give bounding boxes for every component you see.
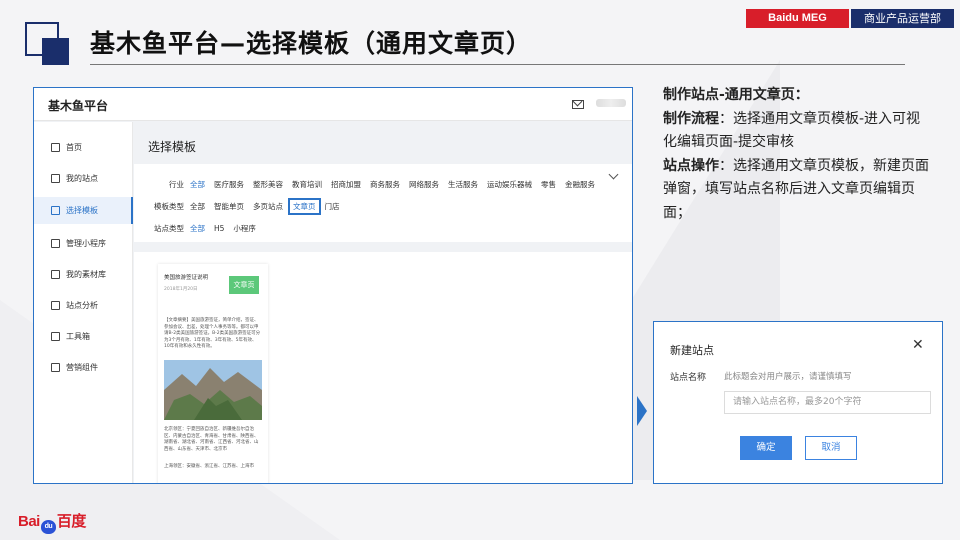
close-icon[interactable]: ✕: [912, 337, 924, 353]
cancel-button[interactable]: 取消: [805, 436, 857, 460]
logo-text: Bai: [18, 513, 40, 530]
sidebar-item-label: 选择模板: [66, 206, 98, 215]
logo-text: 百度: [56, 513, 87, 530]
flow-label: 制作流程: [663, 110, 719, 127]
filter-option[interactable]: 招商加盟: [331, 179, 361, 190]
industry-filter: 行业 全部 医疗服务 整形美容 教育培训 招商加盟 商务服务 网络服务 生活服务…: [134, 177, 604, 191]
confirm-button[interactable]: 确定: [740, 436, 792, 460]
sidebar-item-select-template[interactable]: 选择模板: [34, 197, 133, 224]
filter-option[interactable]: 小程序: [233, 223, 256, 234]
notes-heading: 制作站点-通用文章页：: [663, 87, 809, 103]
user-account[interactable]: [596, 99, 626, 107]
filter-option[interactable]: 运动娱乐器械: [487, 179, 532, 190]
card-intro: 【文章摘要】美国旅游签证，简单介绍，签证、参加会议、出差，处理个人事务等等。都可…: [164, 318, 261, 349]
filter-label: 模板类型: [154, 201, 184, 211]
filter-label: 站点类型: [154, 223, 184, 233]
filter-label: 行业: [169, 179, 184, 189]
sidebar-item-label: 站点分析: [66, 301, 98, 310]
template-icon: [51, 206, 60, 215]
filter-option[interactable]: H5: [214, 224, 224, 233]
baidu-meg-tag: Baidu MEG: [746, 9, 849, 28]
site-type-filter: 站点类型 全部 H5 小程序: [134, 221, 265, 235]
site-name-label: 站点名称: [670, 373, 707, 383]
sidebar-item-label: 首页: [66, 143, 82, 152]
operation-label: 站点操作: [663, 157, 719, 174]
chevron-down-icon[interactable]: [608, 169, 619, 180]
filter-option[interactable]: 教育培训: [292, 179, 322, 190]
card-date: 2018年1月20日: [164, 287, 198, 292]
baidu-logo: Bai du 百度: [18, 510, 86, 534]
sidebar-item-my-sites[interactable]: 我的站点: [34, 165, 133, 192]
sidebar-item-components[interactable]: 营销组件: [34, 354, 133, 381]
filter-option[interactable]: 医疗服务: [214, 179, 244, 190]
sidebar-item-label: 我的站点: [66, 174, 98, 183]
content-header: 选择模板: [134, 122, 632, 162]
mountain-image: [164, 360, 262, 420]
sidebar-item-analytics[interactable]: 站点分析: [34, 292, 133, 319]
sidebar-item-label: 管理小程序: [66, 239, 106, 248]
filter-option[interactable]: 门店: [325, 201, 340, 212]
filter-option[interactable]: 全部: [190, 201, 205, 212]
sidebar-item-materials[interactable]: 我的素材库: [34, 261, 133, 288]
sidebar-item-home[interactable]: 首页: [34, 134, 133, 161]
card-title: 美国旅游签证说明: [164, 275, 209, 281]
sidebar-item-label: 工具箱: [66, 332, 90, 341]
template-gallery: 美国旅游签证说明 2018年1月20日 文章页 【文章摘要】美国旅游签证，简单介…: [134, 252, 632, 483]
sidebar-item-toolbox[interactable]: 工具箱: [34, 323, 133, 350]
article-page-badge: 文章页: [229, 276, 259, 294]
template-card[interactable]: 美国旅游签证说明 2018年1月20日 文章页 【文章摘要】美国旅游签证，简单介…: [158, 264, 268, 483]
operation-note: 站点操作：选择通用文章页模板，新建页面弹窗，填写站点名称后进入文章页编辑页面；: [663, 155, 933, 226]
sidebar-item-label: 营销组件: [66, 363, 98, 372]
slide-title: 基木鱼平台—选择模板（通用文章页）: [90, 29, 533, 58]
sidebar: 首页 我的站点 选择模板 管理小程序 我的素材库 站点分析 工具箱 营销组件: [34, 122, 133, 483]
template-type-filter: 模板类型 全部 智能单页 多页站点 文章页 门店: [134, 197, 349, 215]
app-header: 基木鱼平台: [34, 88, 632, 121]
filter-option[interactable]: 多页站点: [253, 201, 283, 212]
filter-panel: 行业 全部 医疗服务 整形美容 教育培训 招商加盟 商务服务 网络服务 生活服务…: [134, 164, 632, 242]
mail-icon[interactable]: [572, 100, 584, 109]
component-icon: [51, 363, 60, 372]
filter-option[interactable]: 网络服务: [409, 179, 439, 190]
card-body: 北京领区：宁夏回族自治区、新疆维吾尔自治区、内蒙古自治区、青海省、甘肃省、陕西省…: [164, 427, 259, 452]
app-brand: 基木鱼平台: [48, 99, 109, 113]
new-site-dialog: 新建站点 ✕ 站点名称 此标题会对用户展示，请谨慎填写 请输入站点名称，最多20…: [653, 321, 943, 484]
card-body: 上海领区：安徽省、浙江省、江苏省、上海市: [164, 464, 254, 469]
filter-option[interactable]: 金融服务: [565, 179, 595, 190]
home-icon: [51, 143, 60, 152]
miniapp-icon: [51, 239, 60, 248]
filter-option[interactable]: 生活服务: [448, 179, 478, 190]
filter-option[interactable]: 智能单页: [214, 201, 244, 212]
filter-option[interactable]: 全部: [190, 223, 205, 234]
flow-note: 制作流程：选择通用文章页模板-进入可视化编辑页面-提交审核: [663, 108, 933, 155]
filter-option-article-page[interactable]: 文章页: [288, 197, 321, 215]
sidebar-item-miniapp[interactable]: 管理小程序: [34, 230, 133, 257]
filter-option[interactable]: 整形美容: [253, 179, 283, 190]
title-divider: [90, 64, 905, 65]
site-icon: [51, 174, 60, 183]
template-selection-screenshot: 基木鱼平台 首页 我的站点 选择模板 管理小程序 我的素材库 站点分析 工具箱 …: [33, 87, 633, 484]
dialog-title: 新建站点: [670, 344, 714, 357]
paw-icon: du: [40, 520, 56, 534]
toolbox-icon: [51, 332, 60, 341]
filter-option[interactable]: 商务服务: [370, 179, 400, 190]
filter-option[interactable]: 零售: [541, 179, 556, 190]
department-tag: 商业产品运营部: [851, 9, 954, 28]
filter-option[interactable]: 全部: [190, 179, 205, 190]
site-name-input[interactable]: 请输入站点名称，最多20个字符: [724, 391, 931, 414]
page-title: 选择模板: [148, 140, 197, 154]
chart-icon: [51, 301, 60, 310]
instruction-notes: 制作站点-通用文章页： 制作流程：选择通用文章页模板-进入可视化编辑页面-提交审…: [663, 84, 933, 225]
material-icon: [51, 270, 60, 279]
title-decoration: [42, 38, 69, 65]
site-name-hint: 此标题会对用户展示，请谨慎填写: [724, 372, 852, 382]
sidebar-item-label: 我的素材库: [66, 270, 106, 279]
arrow-right-icon: [637, 396, 647, 426]
